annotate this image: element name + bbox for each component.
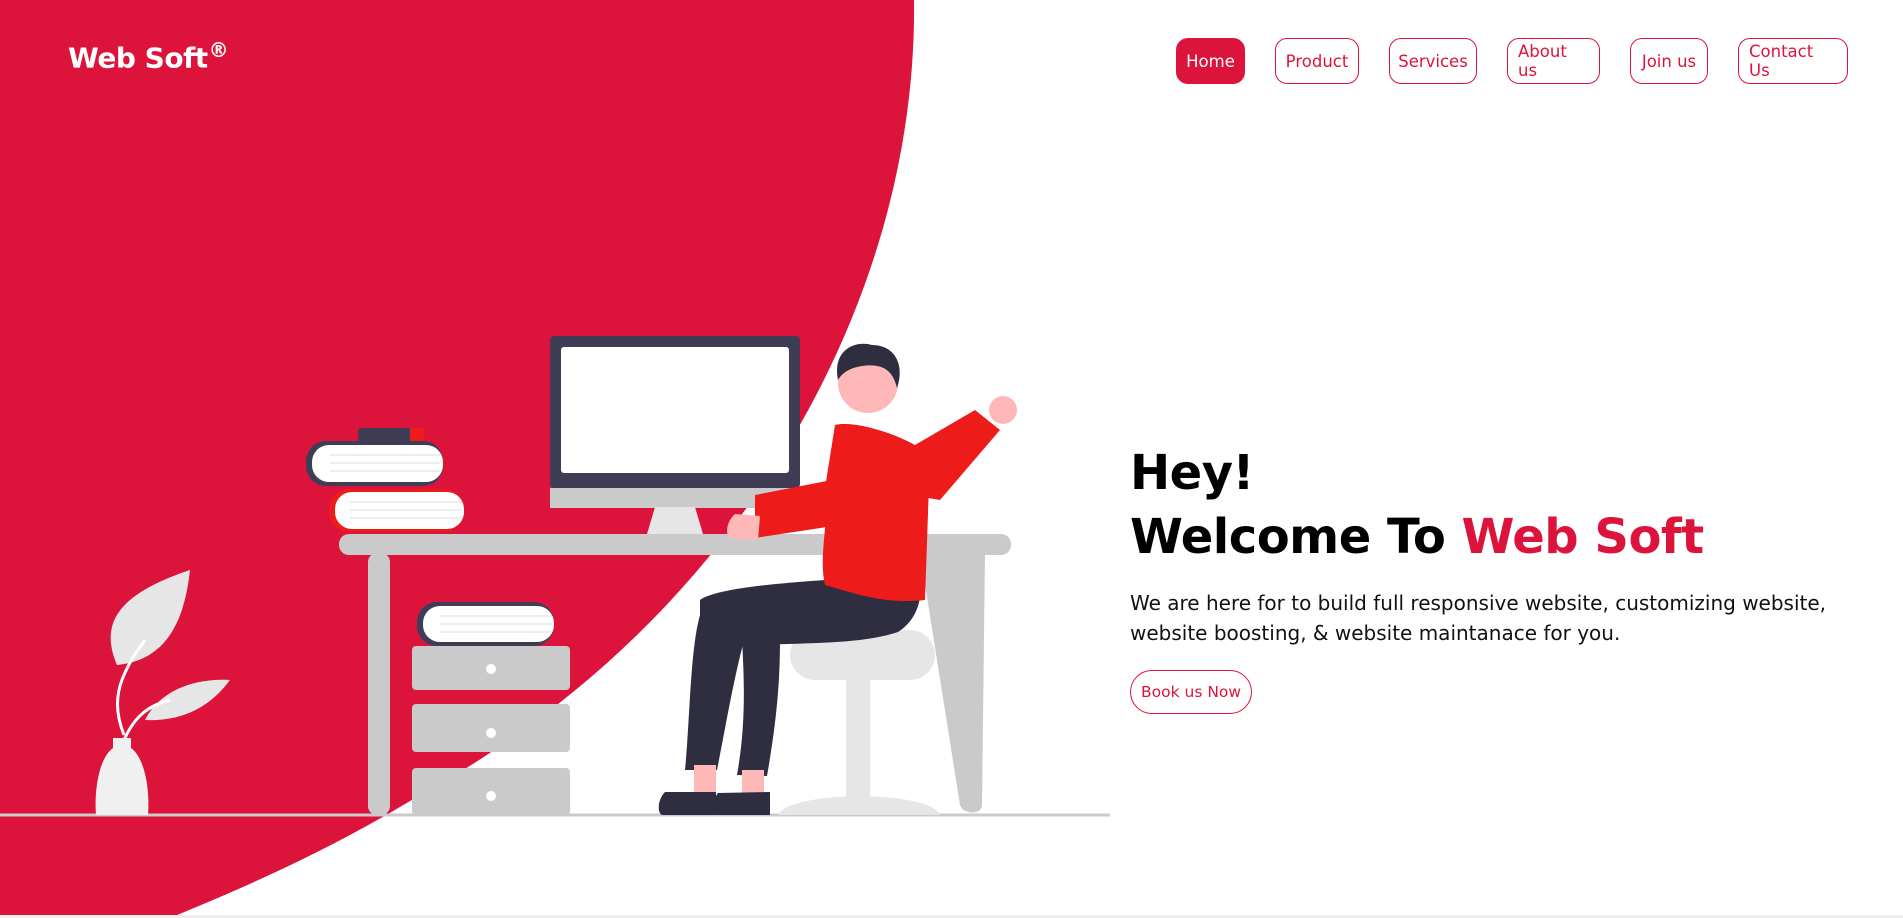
nav-join-us[interactable]: Join us: [1630, 38, 1708, 84]
hero-section: Hey! Welcome To Web Soft We are here for…: [1130, 445, 1850, 715]
book-icon: [417, 602, 554, 646]
books-stack-icon: [306, 428, 464, 532]
nav-product[interactable]: Product: [1275, 38, 1359, 84]
nav-contact-us[interactable]: Contact Us: [1738, 38, 1848, 84]
hero-greeting: Hey!: [1130, 445, 1254, 501]
nav-home[interactable]: Home: [1176, 38, 1245, 84]
main-nav: Home Product Services About us Join us C…: [1176, 38, 1848, 84]
hero-description: We are here for to build full responsive…: [1130, 591, 1827, 646]
drawer-cabinet-icon: [412, 646, 570, 815]
hero-title-prefix: Welcome To: [1130, 508, 1462, 565]
nav-about-us[interactable]: About us: [1507, 38, 1600, 84]
plant-icon: [95, 570, 230, 815]
hero-illustration: [0, 336, 1110, 817]
hero-title-brand: Web Soft: [1461, 508, 1705, 565]
nav-services[interactable]: Services: [1389, 38, 1477, 84]
book-us-now-button[interactable]: Book us Now: [1130, 670, 1253, 715]
chair-icon: [778, 630, 940, 815]
hero-title: Welcome To Web Soft: [1130, 509, 1850, 567]
